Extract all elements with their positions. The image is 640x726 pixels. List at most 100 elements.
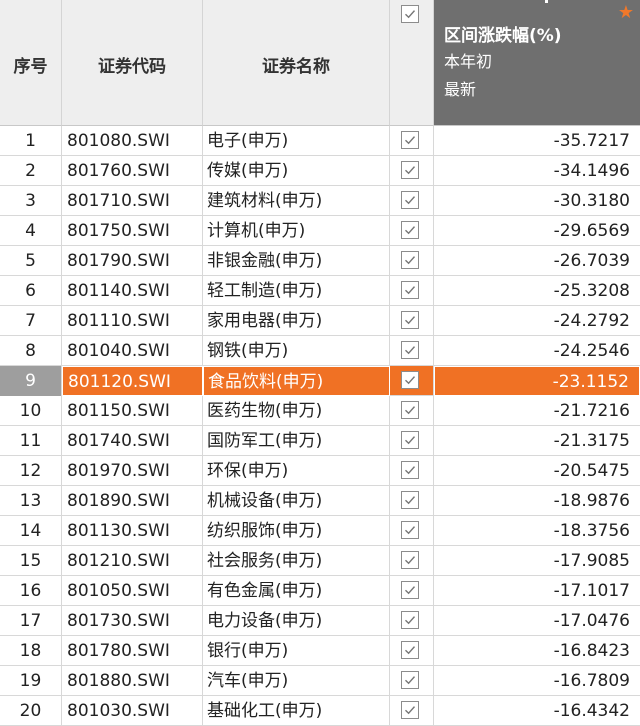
column-header-code[interactable]: 证券代码	[62, 0, 203, 126]
table-row[interactable]: 15 801210.SWI 社会服务(申万) -17.9085	[0, 546, 640, 576]
table-row[interactable]: 2 801760.SWI 传媒(申万) -34.1496	[0, 156, 640, 186]
table-row[interactable]: 18 801780.SWI 银行(申万) -16.8423	[0, 636, 640, 666]
row-checkbox[interactable]	[401, 401, 419, 419]
row-code[interactable]: 801760.SWI	[62, 156, 203, 186]
column-header-seq[interactable]: 序号	[0, 0, 62, 126]
table-row[interactable]: 19 801880.SWI 汽车(申万) -16.7809	[0, 666, 640, 696]
row-change[interactable]: -18.3756	[434, 516, 640, 546]
table-row[interactable]: 8 801040.SWI 钢铁(申万) -24.2546	[0, 336, 640, 366]
row-change[interactable]: -24.2792	[434, 306, 640, 336]
row-checkbox[interactable]	[401, 281, 419, 299]
row-code[interactable]: 801750.SWI	[62, 216, 203, 246]
row-code[interactable]: 801050.SWI	[62, 576, 203, 606]
row-checkbox[interactable]	[401, 701, 419, 719]
row-code[interactable]: 801130.SWI	[62, 516, 203, 546]
row-checkbox[interactable]	[401, 341, 419, 359]
table-row[interactable]: 10 801150.SWI 医药生物(申万) -21.7216	[0, 396, 640, 426]
table-row[interactable]: 1 801080.SWI 电子(申万) -35.7217	[0, 126, 640, 156]
row-change[interactable]: -16.7809	[434, 666, 640, 696]
row-change[interactable]: -26.7039	[434, 246, 640, 276]
row-name[interactable]: 机械设备(申万)	[203, 486, 390, 516]
row-name[interactable]: 银行(申万)	[203, 636, 390, 666]
table-row[interactable]: 11 801740.SWI 国防军工(申万) -21.3175	[0, 426, 640, 456]
row-change[interactable]: -29.6569	[434, 216, 640, 246]
row-checkbox[interactable]	[401, 641, 419, 659]
row-code[interactable]: 801120.SWI	[62, 366, 203, 396]
row-code[interactable]: 801150.SWI	[62, 396, 203, 426]
row-name[interactable]: 基础化工(申万)	[203, 696, 390, 726]
row-code[interactable]: 801040.SWI	[62, 336, 203, 366]
table-row[interactable]: 12 801970.SWI 环保(申万) -20.5475	[0, 456, 640, 486]
row-name[interactable]: 有色金属(申万)	[203, 576, 390, 606]
select-all-checkbox[interactable]	[401, 5, 419, 23]
row-checkbox[interactable]	[401, 191, 419, 209]
row-change[interactable]: -16.4342	[434, 696, 640, 726]
row-change[interactable]: -18.9876	[434, 486, 640, 516]
row-change[interactable]: -17.9085	[434, 546, 640, 576]
row-checkbox[interactable]	[401, 311, 419, 329]
row-checkbox[interactable]	[401, 251, 419, 269]
row-change[interactable]: -30.3180	[434, 186, 640, 216]
row-checkbox[interactable]	[401, 461, 419, 479]
row-code[interactable]: 801710.SWI	[62, 186, 203, 216]
column-header-change[interactable]: ★ 区间涨跌幅(%) 本年初 最新	[434, 0, 640, 126]
row-name[interactable]: 轻工制造(申万)	[203, 276, 390, 306]
row-code[interactable]: 801970.SWI	[62, 456, 203, 486]
table-row[interactable]: 14 801130.SWI 纺织服饰(申万) -18.3756	[0, 516, 640, 546]
row-checkbox[interactable]	[401, 671, 419, 689]
row-code[interactable]: 801140.SWI	[62, 276, 203, 306]
row-name[interactable]: 非银金融(申万)	[203, 246, 390, 276]
row-name[interactable]: 社会服务(申万)	[203, 546, 390, 576]
row-name[interactable]: 计算机(申万)	[203, 216, 390, 246]
row-change[interactable]: -16.8423	[434, 636, 640, 666]
table-row[interactable]: 5 801790.SWI 非银金融(申万) -26.7039	[0, 246, 640, 276]
row-checkbox[interactable]	[401, 491, 419, 509]
row-checkbox[interactable]	[401, 161, 419, 179]
table-row[interactable]: 3 801710.SWI 建筑材料(申万) -30.3180	[0, 186, 640, 216]
table-row[interactable]: 4 801750.SWI 计算机(申万) -29.6569	[0, 216, 640, 246]
row-code[interactable]: 801210.SWI	[62, 546, 203, 576]
row-name[interactable]: 电力设备(申万)	[203, 606, 390, 636]
row-name[interactable]: 纺织服饰(申万)	[203, 516, 390, 546]
row-name[interactable]: 电子(申万)	[203, 126, 390, 156]
row-checkbox[interactable]	[401, 551, 419, 569]
row-code[interactable]: 801080.SWI	[62, 126, 203, 156]
row-name[interactable]: 食品饮料(申万)	[203, 366, 390, 396]
row-name[interactable]: 家用电器(申万)	[203, 306, 390, 336]
row-checkbox[interactable]	[401, 131, 419, 149]
row-change[interactable]: -25.3208	[434, 276, 640, 306]
table-row[interactable]: 9 801120.SWI 食品饮料(申万) -23.1152	[0, 366, 640, 396]
table-row[interactable]: 20 801030.SWI 基础化工(申万) -16.4342	[0, 696, 640, 726]
row-code[interactable]: 801890.SWI	[62, 486, 203, 516]
row-checkbox[interactable]	[401, 521, 419, 539]
row-change[interactable]: -23.1152	[434, 366, 640, 396]
row-change[interactable]: -21.3175	[434, 426, 640, 456]
row-change[interactable]: -34.1496	[434, 156, 640, 186]
table-row[interactable]: 7 801110.SWI 家用电器(申万) -24.2792	[0, 306, 640, 336]
row-checkbox[interactable]	[401, 221, 419, 239]
row-name[interactable]: 医药生物(申万)	[203, 396, 390, 426]
row-code[interactable]: 801110.SWI	[62, 306, 203, 336]
row-change[interactable]: -35.7217	[434, 126, 640, 156]
row-code[interactable]: 801880.SWI	[62, 666, 203, 696]
row-checkbox[interactable]	[401, 611, 419, 629]
row-name[interactable]: 传媒(申万)	[203, 156, 390, 186]
row-checkbox[interactable]	[401, 431, 419, 449]
star-icon[interactable]: ★	[618, 4, 634, 22]
row-code[interactable]: 801030.SWI	[62, 696, 203, 726]
row-name[interactable]: 汽车(申万)	[203, 666, 390, 696]
column-header-name[interactable]: 证券名称	[203, 0, 390, 126]
table-row[interactable]: 16 801050.SWI 有色金属(申万) -17.1017	[0, 576, 640, 606]
row-code[interactable]: 801780.SWI	[62, 636, 203, 666]
row-name[interactable]: 环保(申万)	[203, 456, 390, 486]
row-name[interactable]: 建筑材料(申万)	[203, 186, 390, 216]
row-change[interactable]: -24.2546	[434, 336, 640, 366]
row-checkbox[interactable]	[401, 371, 419, 389]
row-code[interactable]: 801730.SWI	[62, 606, 203, 636]
table-row[interactable]: 17 801730.SWI 电力设备(申万) -17.0476	[0, 606, 640, 636]
table-row[interactable]: 6 801140.SWI 轻工制造(申万) -25.3208	[0, 276, 640, 306]
row-name[interactable]: 钢铁(申万)	[203, 336, 390, 366]
table-row[interactable]: 13 801890.SWI 机械设备(申万) -18.9876	[0, 486, 640, 516]
row-change[interactable]: -17.0476	[434, 606, 640, 636]
row-checkbox[interactable]	[401, 581, 419, 599]
